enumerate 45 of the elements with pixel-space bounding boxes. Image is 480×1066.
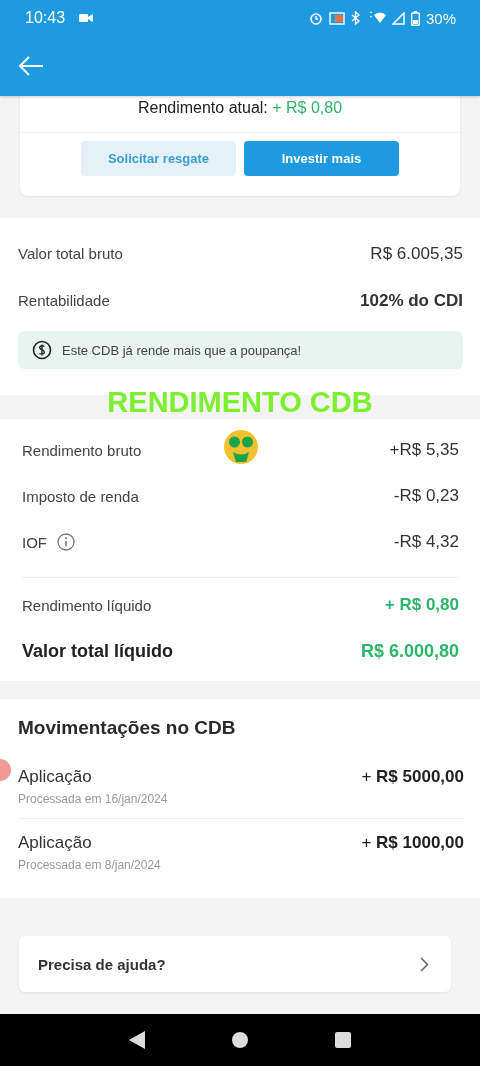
row-value: 102% do CDI [360,290,463,311]
net-yield-value: + R$ 0,80 [384,595,459,615]
row-label: Rentabilidade [18,292,110,309]
withdraw-button[interactable]: Solicitar resgate [81,141,236,176]
recents-nav-icon[interactable] [335,1032,352,1048]
row-value: +R$ 5,35 [389,440,459,460]
row-value: -R$ 0,23 [393,486,459,506]
chevron-right-icon [420,956,429,972]
bluetooth-icon [350,11,360,25]
home-nav-icon[interactable] [232,1032,248,1048]
row-value: R$ 6.005,35 [370,243,463,264]
row-label: Imposto de renda [22,487,139,505]
battery-icon [410,10,420,26]
net-total-label: Valor total líquido [22,640,173,662]
invest-button[interactable]: Investir mais [244,141,399,176]
movement-amount: + R$ 1000,00 [361,833,464,853]
row-value: -R$ 4,32 [393,532,459,552]
video-camera-icon [79,13,94,23]
movement-date: Processada em 16/jan/2024 [18,792,168,806]
movement-type: Aplicação [18,833,93,853]
row-label: IOF [22,533,47,551]
current-yield: Rendimento atual: + R$ 0,80 [20,96,460,133]
net-yield-label: Rendimento líquido [22,596,152,614]
help-item[interactable]: Precisa de ajuda? [19,936,451,992]
cast-icon [328,11,345,25]
banner-text: Este CDB já rende mais que a poupança! [62,342,302,358]
info-icon[interactable] [57,533,75,551]
section-title: Movimentações no CDB [18,717,237,739]
touch-indicator [0,759,11,781]
alarm-icon [308,11,323,25]
signal-icon [391,11,405,25]
back-arrow-icon[interactable] [18,56,44,76]
back-nav-icon[interactable] [128,1031,145,1049]
row-label: Valor total bruto [18,245,123,262]
net-total-value: R$ 6.000,80 [360,640,459,662]
movement-date: Processada em 8/jan/2024 [18,858,161,872]
dollar-icon [32,340,52,360]
help-label: Precisa de ajuda? [38,955,166,973]
battery-percent: 30% [425,9,456,27]
row-label: Rendimento bruto [22,441,142,459]
movement-amount: + R$ 5000,00 [361,767,464,787]
status-time: 10:43 [25,9,66,27]
movement-type: Aplicação [18,767,93,787]
money-emoji-icon [223,429,259,465]
overlay-caption: RENDIMENTO CDB [106,386,374,419]
